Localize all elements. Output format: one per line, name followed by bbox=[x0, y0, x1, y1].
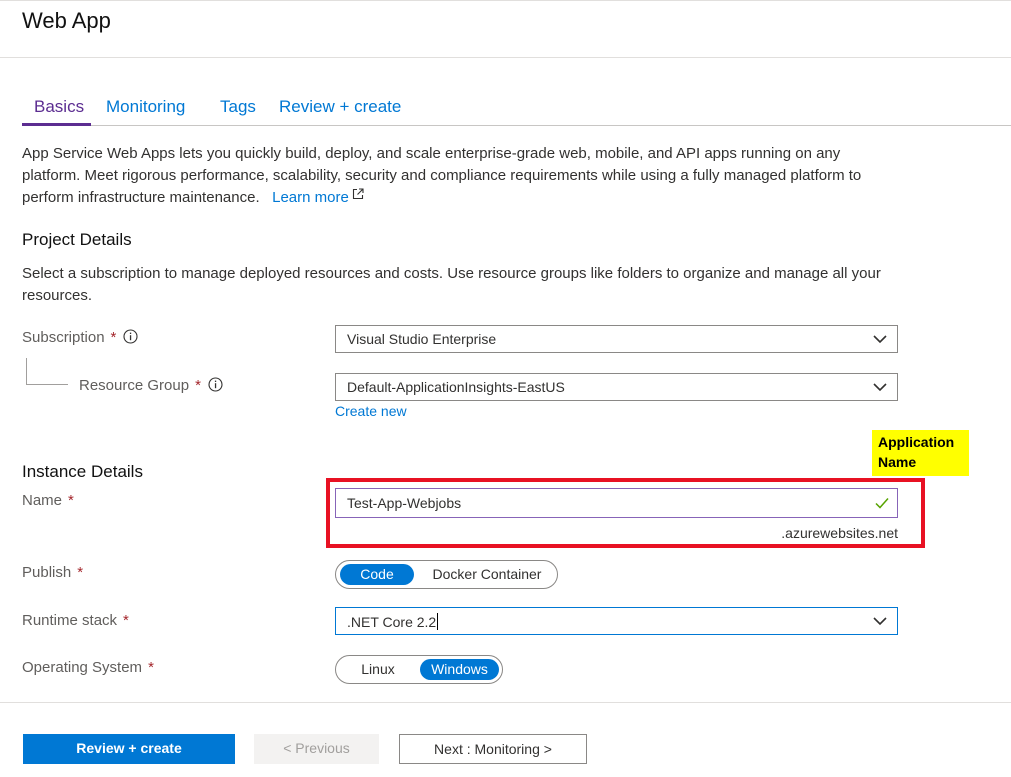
instance-details-title: Instance Details bbox=[22, 462, 143, 481]
os-option-linux[interactable]: Linux bbox=[340, 659, 416, 680]
subscription-label-text: Subscription bbox=[22, 329, 105, 346]
required-marker: * bbox=[195, 377, 201, 394]
required-marker: * bbox=[148, 659, 154, 676]
project-details-description: Select a subscription to manage deployed… bbox=[22, 265, 881, 304]
previous-button: < Previous bbox=[254, 734, 379, 764]
publish-toggle: Code Docker Container bbox=[335, 560, 558, 589]
application-name-callout: Application Name bbox=[872, 430, 969, 476]
learn-more-label: Learn more bbox=[272, 189, 349, 206]
publish-option-code[interactable]: Code bbox=[340, 564, 414, 585]
intro-text: App Service Web Apps lets you quickly bu… bbox=[22, 145, 862, 206]
required-marker: * bbox=[77, 564, 84, 581]
name-label-text: Name bbox=[22, 492, 63, 509]
runtime-stack-label-text: Runtime stack bbox=[22, 612, 118, 629]
tree-connector bbox=[26, 358, 27, 384]
top-border bbox=[0, 0, 1011, 1]
tab-review-create[interactable]: Review + create bbox=[279, 97, 401, 117]
header-divider bbox=[0, 57, 1011, 58]
external-link-icon bbox=[352, 188, 364, 200]
name-label: Name * bbox=[22, 492, 74, 509]
runtime-stack-label: Runtime stack * bbox=[22, 612, 129, 629]
page-title: Web App bbox=[22, 8, 111, 33]
chevron-down-icon bbox=[873, 617, 887, 626]
footer-divider bbox=[0, 702, 1011, 703]
tab-monitoring[interactable]: Monitoring bbox=[106, 97, 185, 117]
project-details-title: Project Details bbox=[22, 230, 132, 249]
chevron-down-icon bbox=[873, 383, 887, 392]
resource-group-value: Default-ApplicationInsights-EastUS bbox=[347, 379, 565, 395]
subscription-label: Subscription * bbox=[22, 329, 138, 346]
publish-option-docker[interactable]: Docker Container bbox=[420, 564, 554, 585]
domain-suffix: .azurewebsites.net bbox=[781, 525, 898, 541]
required-marker: * bbox=[123, 612, 129, 629]
resource-group-label-text: Resource Group bbox=[79, 377, 190, 394]
create-new-link[interactable]: Create new bbox=[335, 403, 407, 419]
review-create-button[interactable]: Review + create bbox=[23, 734, 235, 764]
chevron-down-icon bbox=[873, 335, 887, 344]
operating-system-toggle: Linux Windows bbox=[335, 655, 503, 684]
required-marker: * bbox=[110, 329, 117, 346]
tab-tags[interactable]: Tags bbox=[220, 97, 256, 117]
name-value: Test-App-Webjobs bbox=[347, 495, 462, 511]
learn-more-link[interactable]: Learn more bbox=[272, 188, 364, 206]
resource-group-label: Resource Group * bbox=[79, 377, 223, 394]
runtime-stack-text: .NET Core 2.2 bbox=[347, 614, 437, 630]
runtime-stack-select[interactable]: .NET Core 2.2 bbox=[335, 607, 898, 635]
next-monitoring-button[interactable]: Next : Monitoring > bbox=[399, 734, 587, 764]
required-marker: * bbox=[68, 492, 74, 509]
runtime-stack-value: .NET Core 2.2 bbox=[347, 613, 439, 630]
checkmark-icon bbox=[875, 498, 889, 509]
subscription-select[interactable]: Visual Studio Enterprise bbox=[335, 325, 898, 353]
info-icon[interactable] bbox=[208, 377, 223, 392]
tab-basics[interactable]: Basics bbox=[34, 97, 84, 117]
info-icon[interactable] bbox=[123, 329, 138, 344]
name-input[interactable]: Test-App-Webjobs bbox=[335, 488, 898, 518]
operating-system-label-text: Operating System bbox=[22, 659, 143, 676]
resource-group-select[interactable]: Default-ApplicationInsights-EastUS bbox=[335, 373, 898, 401]
active-tab-indicator bbox=[22, 123, 91, 126]
tabs-divider bbox=[22, 125, 1011, 126]
operating-system-label: Operating System * bbox=[22, 659, 154, 676]
publish-label: Publish * bbox=[22, 564, 83, 581]
subscription-value: Visual Studio Enterprise bbox=[347, 331, 497, 347]
text-caret bbox=[437, 613, 439, 630]
intro-description: App Service Web Apps lets you quickly bu… bbox=[22, 143, 902, 209]
publish-label-text: Publish bbox=[22, 564, 72, 581]
os-option-windows[interactable]: Windows bbox=[420, 659, 499, 680]
tree-connector bbox=[26, 384, 68, 385]
